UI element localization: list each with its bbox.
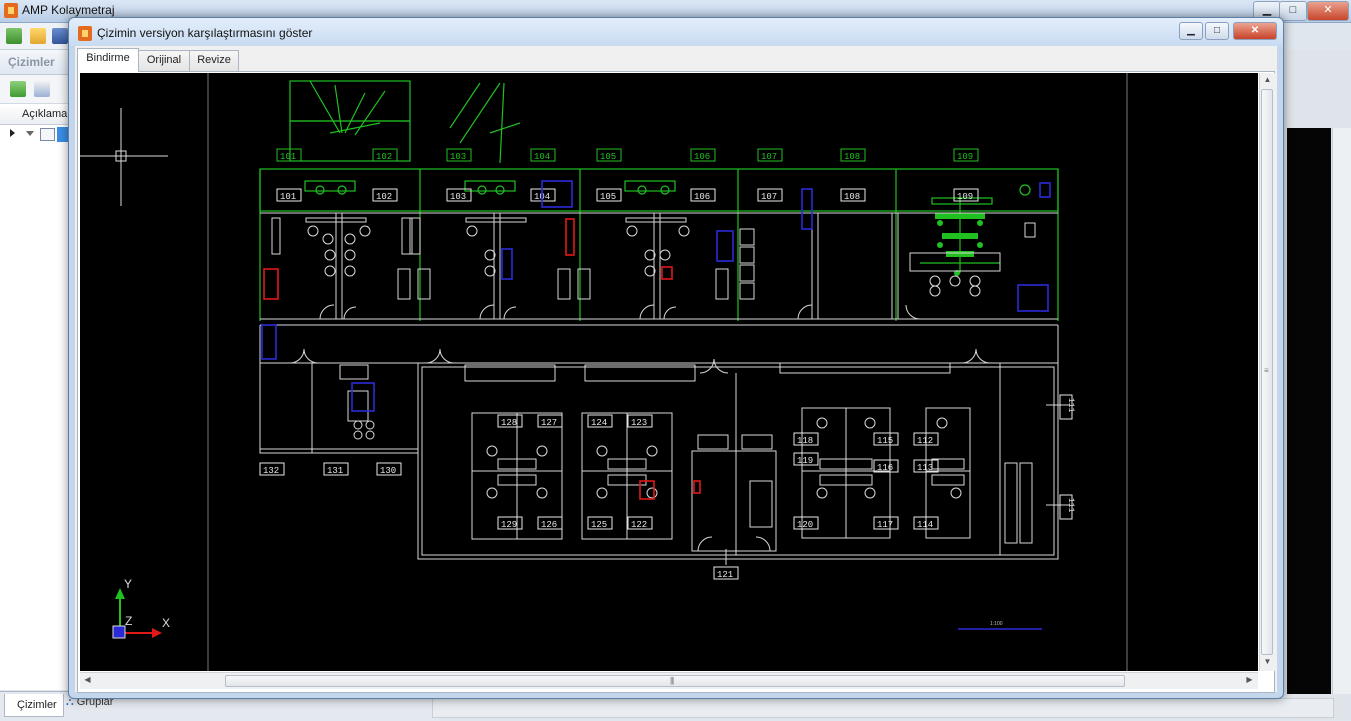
column-header-aciklama[interactable]: Açıklama <box>22 108 67 120</box>
tab-bindirme[interactable]: Bindirme <box>77 48 139 72</box>
room-tag-left-text: 130 <box>380 466 396 476</box>
room-tag-top-text: 102 <box>376 152 392 162</box>
table-row[interactable] <box>0 125 72 143</box>
desk-tag-text: 123 <box>631 418 647 428</box>
grip-icon: ||| <box>670 676 674 685</box>
ucs-y-label: Y <box>124 577 132 591</box>
scroll-up-arrow-icon[interactable]: ▲ <box>1260 75 1275 84</box>
desk-tag-text: 122 <box>631 520 647 530</box>
room-tag-top-text: 101 <box>280 152 296 162</box>
new-document-icon[interactable] <box>6 28 22 44</box>
desk-tag-text: 115 <box>877 436 893 446</box>
dialog-title: Çizimin versiyon karşılaştırmasını göste… <box>97 26 313 40</box>
room-tag-bottom-text: 121 <box>717 570 733 580</box>
floor-plan-drawing: 1:100 Y X Z 101 102 103 104 105 106 107 … <box>80 73 1258 671</box>
tab-revize[interactable]: Revize <box>189 50 239 71</box>
drawings-panel-header: Çizimler <box>0 50 72 75</box>
desk-tag-text: 124 <box>591 418 607 428</box>
edit-drawing-icon[interactable] <box>34 81 50 97</box>
desk-tag-text: 119 <box>797 456 813 466</box>
canvas-horizontal-scrollbar[interactable]: ◀ ||| ▶ <box>80 672 1258 689</box>
scroll-right-arrow-icon[interactable]: ▶ <box>1242 675 1257 684</box>
scroll-down-arrow-icon[interactable]: ▼ <box>1260 657 1275 666</box>
room-tag-top-text: 108 <box>844 152 860 162</box>
ucs-z-label: Z <box>125 614 132 628</box>
room-tag-top-text: 103 <box>450 152 466 162</box>
room-tag-text: 102 <box>376 192 392 202</box>
settings-icon[interactable] <box>52 28 68 44</box>
desk-tag-text: 126 <box>541 520 557 530</box>
desk-tag-text: 129 <box>501 520 517 530</box>
drawings-panel-toolbar <box>0 75 72 104</box>
canvas-vertical-scrollbar[interactable]: ▲ ≡ ▼ <box>1259 73 1275 671</box>
grid-header: Açıklama <box>0 106 72 125</box>
main-maximize-button[interactable]: □ <box>1279 1 1307 21</box>
desk-tag-text: 118 <box>797 436 813 446</box>
room-tag-top-text: 104 <box>534 152 550 162</box>
version-compare-dialog: Çizimin versiyon karşılaştırmasını göste… <box>68 17 1284 699</box>
room-tag-text: 103 <box>450 192 466 202</box>
room-tag-top-text: 107 <box>761 152 777 162</box>
room-tag-text: 105 <box>600 192 616 202</box>
tab-drawings[interactable]: Çizimler <box>4 694 64 717</box>
background-horizontal-scrollbar[interactable] <box>432 698 1334 718</box>
tab-content: 1:100 Y X Z 101 102 103 104 105 106 107 … <box>77 71 1275 693</box>
desk-tag-text: 120 <box>797 520 813 530</box>
grip-icon: ≡ <box>1264 366 1269 375</box>
side-tag-text: 111 <box>1066 498 1075 513</box>
scale-label: 1:100 <box>990 621 1003 627</box>
dialog-maximize-button[interactable]: □ <box>1205 22 1229 40</box>
room-tag-text: 107 <box>761 192 777 202</box>
row-selector-icon <box>10 129 15 137</box>
scroll-left-arrow-icon[interactable]: ◀ <box>80 675 95 684</box>
dialog-minimize-button[interactable]: ▁ <box>1179 22 1203 40</box>
desk-tag-text: 127 <box>541 418 557 428</box>
expand-chevron-icon[interactable] <box>26 131 34 136</box>
room-tag-top-text: 109 <box>957 152 973 162</box>
app-icon <box>4 3 18 18</box>
tab-orijinal[interactable]: Orijinal <box>138 50 190 71</box>
room-tag-text: 101 <box>280 192 296 202</box>
desk-tag-text: 112 <box>917 436 933 446</box>
desk-tag-text: 125 <box>591 520 607 530</box>
desk-tag-text: 116 <box>877 463 893 473</box>
main-window-title: AMP Kolaymetraj <box>22 3 115 17</box>
main-close-button[interactable]: ✕ <box>1307 1 1349 21</box>
background-canvas <box>1287 128 1331 694</box>
desk-tag-text: 114 <box>917 520 933 530</box>
main-toolbar <box>0 23 72 50</box>
tab-drawings-label: Çizimler <box>17 699 57 711</box>
drawing-canvas[interactable]: 1:100 Y X Z 101 102 103 104 105 106 107 … <box>80 73 1258 671</box>
drawings-panel: Çizimler Açıklama <box>0 50 73 690</box>
room-tag-top-text: 106 <box>694 152 710 162</box>
background-vertical-scrollbar[interactable] <box>1332 128 1351 694</box>
dialog-app-icon <box>78 26 92 41</box>
desk-tag-text: 128 <box>501 418 517 428</box>
room-tag-text: 108 <box>844 192 860 202</box>
room-tag-text: 106 <box>694 192 710 202</box>
dialog-close-button[interactable]: ✕ <box>1233 22 1277 40</box>
ucs-x-label: X <box>162 616 170 630</box>
room-tag-text: 109 <box>957 192 973 202</box>
add-drawing-icon[interactable] <box>10 81 26 97</box>
side-tag-text: 111 <box>1066 398 1075 413</box>
drawing-node-icon <box>40 128 55 141</box>
room-tag-left-text: 131 <box>327 466 343 476</box>
horizontal-scroll-thumb[interactable]: ||| <box>225 675 1125 687</box>
dialog-client-area: Bindirme Orijinal Revize 1:100 Y X Z 101… <box>75 46 1277 693</box>
room-tag-left-text: 132 <box>263 466 279 476</box>
desk-tag-text: 113 <box>917 463 933 473</box>
open-folder-icon[interactable] <box>30 28 46 44</box>
room-tag-top-text: 105 <box>600 152 616 162</box>
desk-tag-text: 117 <box>877 520 893 530</box>
vertical-scroll-thumb[interactable]: ≡ <box>1261 89 1273 655</box>
dialog-titlebar[interactable]: Çizimin versiyon karşılaştırmasını göste… <box>69 18 1283 46</box>
drawings-panel-title: Çizimler <box>8 55 55 69</box>
